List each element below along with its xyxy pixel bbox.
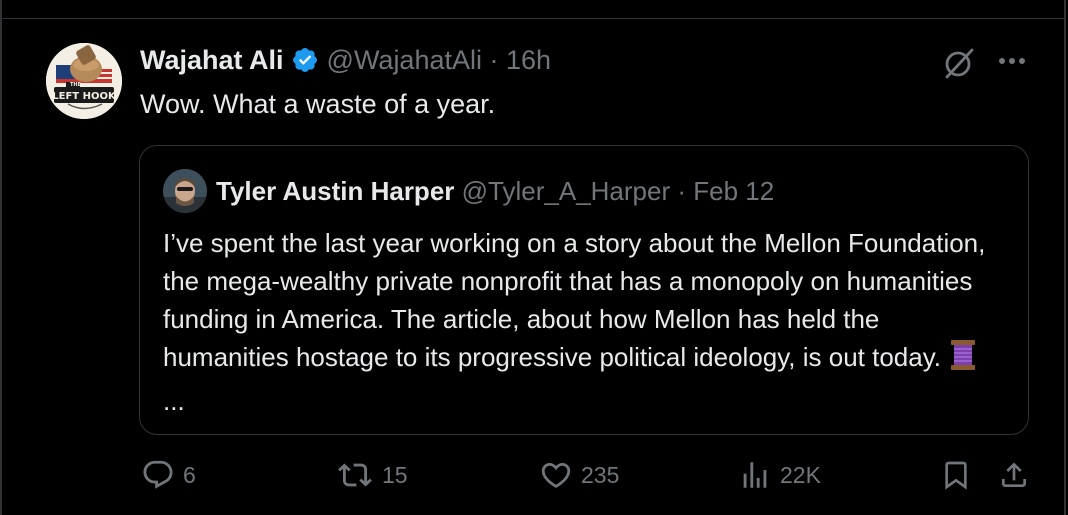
show-more-ellipsis[interactable]: ...	[163, 386, 185, 416]
author-avatar[interactable]: LEFT HOOK THE	[46, 43, 122, 119]
left-hook-logo-text: LEFT HOOK	[52, 91, 117, 102]
view-count: 22K	[780, 461, 821, 488]
repost-icon	[338, 463, 372, 487]
thread-emoji-icon	[948, 338, 978, 382]
quoted-avatar-photo	[163, 169, 207, 213]
tweet-header: Wajahat Ali @WajahatAli · 16h	[140, 42, 551, 78]
bookmark-icon	[945, 461, 967, 490]
quoted-tweet-header: Tyler Austin Harper @Tyler_A_Harper · Fe…	[216, 173, 774, 209]
views-icon	[743, 462, 767, 488]
repost-button[interactable]: 15	[336, 458, 408, 492]
tweet-text: Wow. What a waste of a year.	[140, 89, 496, 119]
share-icon	[1002, 462, 1026, 487]
like-button[interactable]: 235	[539, 458, 619, 492]
grok-icon[interactable]	[940, 44, 978, 87]
author-name[interactable]: Wajahat Ali	[140, 42, 284, 78]
reply-icon	[143, 460, 173, 489]
right-divider	[1064, 0, 1066, 515]
svg-text:THE: THE	[70, 82, 82, 88]
reply-count: 6	[183, 461, 196, 488]
left-divider	[0, 0, 2, 515]
bookmark-button[interactable]	[940, 458, 980, 492]
tweet-timestamp[interactable]: · 16h	[482, 42, 552, 78]
author-handle[interactable]: @WajahatAli	[327, 42, 482, 78]
top-divider	[0, 18, 1066, 19]
action-bar: 6 15 235 22K	[0, 458, 1068, 502]
quoted-author-handle[interactable]: @Tyler_A_Harper	[462, 176, 670, 206]
like-count: 235	[581, 461, 620, 488]
heart-icon	[541, 462, 571, 488]
quoted-author-name[interactable]: Tyler Austin Harper	[216, 176, 454, 206]
repost-count: 15	[382, 461, 408, 488]
quoted-timestamp[interactable]: · Feb 12	[677, 176, 774, 206]
timestamp-text: · 16h	[489, 45, 552, 75]
more-options-icon[interactable]	[994, 46, 1030, 81]
quoted-author-avatar[interactable]	[163, 169, 207, 213]
quoted-tweet-body: I’ve spent the last year working on a st…	[163, 228, 986, 372]
tweet-container: LEFT HOOK THE Wajahat Ali @WajahatAli · …	[0, 0, 1068, 515]
verified-badge-icon[interactable]	[291, 46, 319, 74]
quoted-tweet-text: I’ve spent the last year working on a st…	[163, 224, 1003, 420]
share-button[interactable]	[998, 458, 1038, 492]
reply-button[interactable]: 6	[141, 458, 196, 492]
left-hook-logo: LEFT HOOK THE	[46, 43, 122, 119]
views-button[interactable]: 22K	[738, 458, 821, 492]
